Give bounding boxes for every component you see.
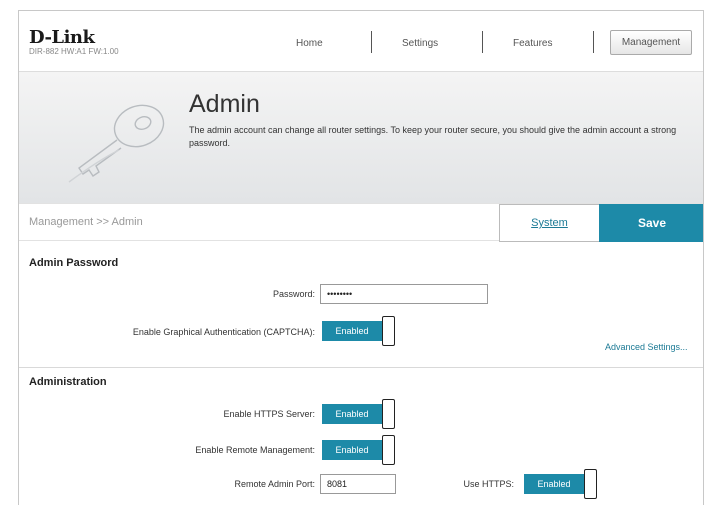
remote-management-toggle-knob[interactable] <box>382 435 395 465</box>
advanced-settings-link[interactable]: Advanced Settings... <box>605 342 688 352</box>
nav-features[interactable]: Features <box>513 34 552 54</box>
remote-management-toggle-state: Enabled <box>322 440 382 460</box>
remote-admin-port-label: Remote Admin Port: <box>234 479 315 489</box>
section-divider <box>19 367 703 368</box>
dlink-logo: D-Link <box>29 27 95 48</box>
nav-management[interactable]: Management <box>610 30 692 55</box>
nav-settings[interactable]: Settings <box>402 34 438 54</box>
use-https-toggle-state: Enabled <box>524 474 584 494</box>
save-button[interactable]: Save <box>599 204 703 242</box>
https-server-toggle[interactable]: Enabled <box>322 399 397 429</box>
use-https-label: Use HTTPS: <box>463 479 514 489</box>
use-https-toggle[interactable]: Enabled <box>524 469 599 499</box>
remote-admin-port-field[interactable]: 8081 <box>320 474 396 494</box>
captcha-label: Enable Graphical Authentication (CAPTCHA… <box>132 327 315 337</box>
router-admin-page: D-Link DIR-882 HW:A1 FW:1.00 Home Settin… <box>18 10 704 505</box>
nav-divider <box>482 31 483 53</box>
captcha-toggle-knob[interactable] <box>382 316 395 346</box>
system-button[interactable]: System <box>499 204 600 242</box>
breadcrumb-bar: Management >> Admin System Save <box>19 203 703 242</box>
https-server-label: Enable HTTPS Server: <box>223 409 315 419</box>
remote-management-toggle[interactable]: Enabled <box>322 435 397 465</box>
remote-management-label: Enable Remote Management: <box>195 445 315 455</box>
page-banner: Admin The admin account can change all r… <box>19 71 703 203</box>
captcha-toggle[interactable]: Enabled <box>322 316 397 346</box>
page-title: Admin <box>189 90 260 118</box>
password-label: Password: <box>272 289 315 299</box>
nav-home[interactable]: Home <box>296 34 323 54</box>
section-title-administration: Administration <box>29 376 107 388</box>
key-icon <box>68 104 165 183</box>
https-server-toggle-state: Enabled <box>322 404 382 424</box>
https-server-toggle-knob[interactable] <box>382 399 395 429</box>
breadcrumb: Management >> Admin <box>29 216 143 228</box>
page-description: The admin account can change all router … <box>189 125 677 148</box>
nav-divider <box>593 31 594 53</box>
section-title-admin-password: Admin Password <box>29 257 119 269</box>
top-header: D-Link DIR-882 HW:A1 FW:1.00 Home Settin… <box>19 11 703 71</box>
password-field[interactable]: •••••••• <box>320 284 488 304</box>
use-https-toggle-knob[interactable] <box>584 469 597 499</box>
nav-divider <box>371 31 372 53</box>
captcha-toggle-state: Enabled <box>322 321 382 341</box>
model-info: DIR-882 HW:A1 FW:1.00 <box>29 47 119 56</box>
